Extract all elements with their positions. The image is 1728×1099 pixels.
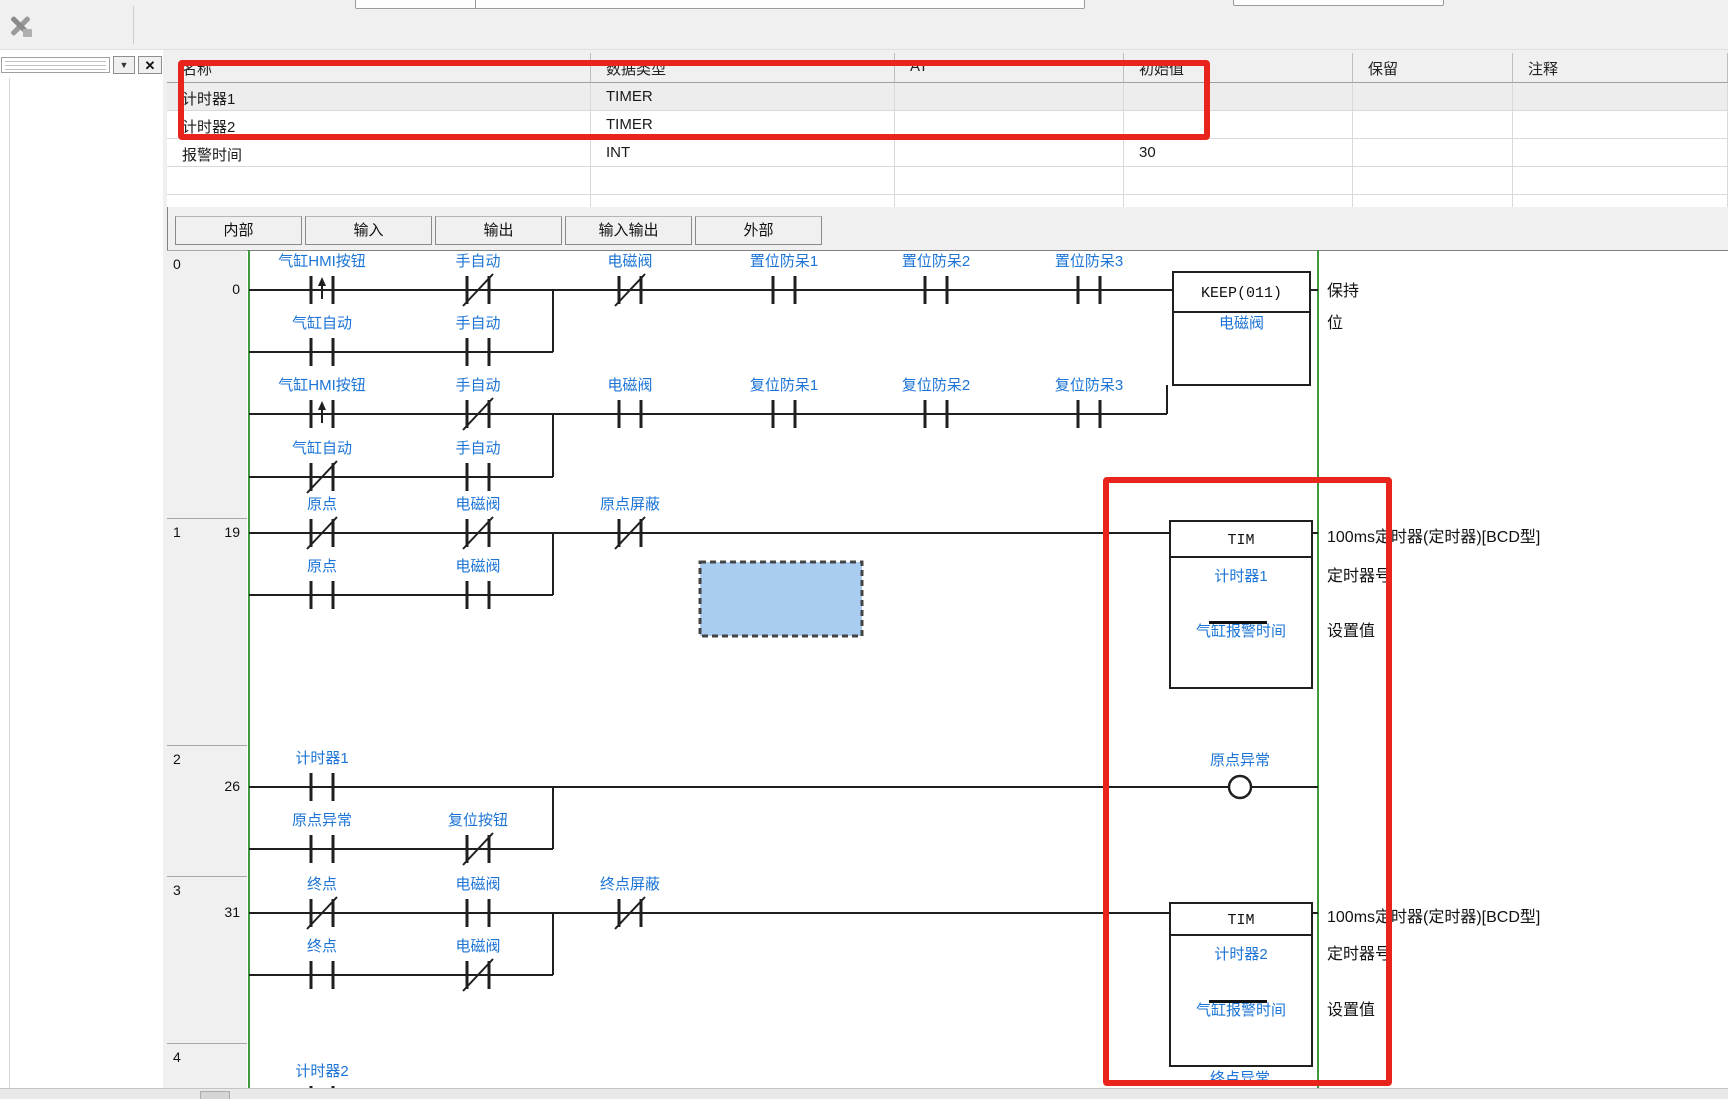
contact-label: 原点	[307, 558, 337, 575]
bottom-status-strip	[0, 1088, 1728, 1099]
red-annotation-box-1	[178, 60, 1210, 140]
red-annotation-box-2	[1103, 477, 1392, 1086]
contact-label: 原点	[307, 496, 337, 513]
contact-label: 置位防呆3	[1055, 253, 1123, 270]
contact-label: 计时器1	[295, 750, 348, 767]
contact-label: 电磁阀	[607, 253, 652, 270]
contact-label: 计时器2	[295, 1063, 348, 1080]
contact-label: 电磁阀	[455, 558, 500, 575]
rising-edge-arrowhead	[318, 277, 326, 286]
contact-label: 电磁阀	[455, 876, 500, 893]
contact-label: 电磁阀	[455, 938, 500, 955]
contact-label: 终点屏蔽	[600, 876, 660, 893]
contact-label: 气缸自动	[292, 439, 352, 457]
ladder-diagram: 气缸HMI按钮手自动电磁阀置位防呆1置位防呆2置位防呆3气缸自动手自动气缸HMI…	[0, 0, 1728, 1099]
contact-label: 气缸HMI按钮	[278, 252, 366, 270]
contact-label: 手自动	[455, 315, 500, 332]
bottom-strip-chip	[200, 1091, 230, 1099]
contact-label: 复位防呆1	[750, 376, 818, 394]
contact-label: 手自动	[455, 253, 500, 270]
contact-label: 电磁阀	[455, 496, 500, 513]
contact-label: 手自动	[455, 377, 500, 394]
contact-label: 置位防呆1	[750, 253, 818, 270]
contact-label: 终点	[307, 938, 337, 955]
selection-highlight[interactable]	[700, 562, 862, 636]
instruction-annotation: 保持	[1327, 282, 1359, 300]
rising-edge-arrowhead	[318, 401, 326, 410]
contact-label: 复位按钮	[448, 811, 508, 829]
contact-label: 原点屏蔽	[600, 496, 660, 513]
instruction-annotation: 位	[1327, 314, 1343, 332]
instruction-mnemonic: KEEP(011)	[1201, 285, 1282, 302]
contact-label: 手自动	[455, 440, 500, 457]
contact-label: 电磁阀	[607, 377, 652, 394]
contact-label: 复位防呆2	[902, 376, 970, 394]
contact-label: 原点异常	[292, 812, 352, 829]
contact-label: 复位防呆3	[1055, 376, 1123, 394]
contact-label: 气缸自动	[292, 314, 352, 332]
contact-label: 气缸HMI按钮	[278, 376, 366, 394]
contact-label: 置位防呆2	[902, 253, 970, 270]
contact-label: 终点	[307, 876, 337, 893]
instruction-operand: 电磁阀	[1219, 315, 1264, 332]
